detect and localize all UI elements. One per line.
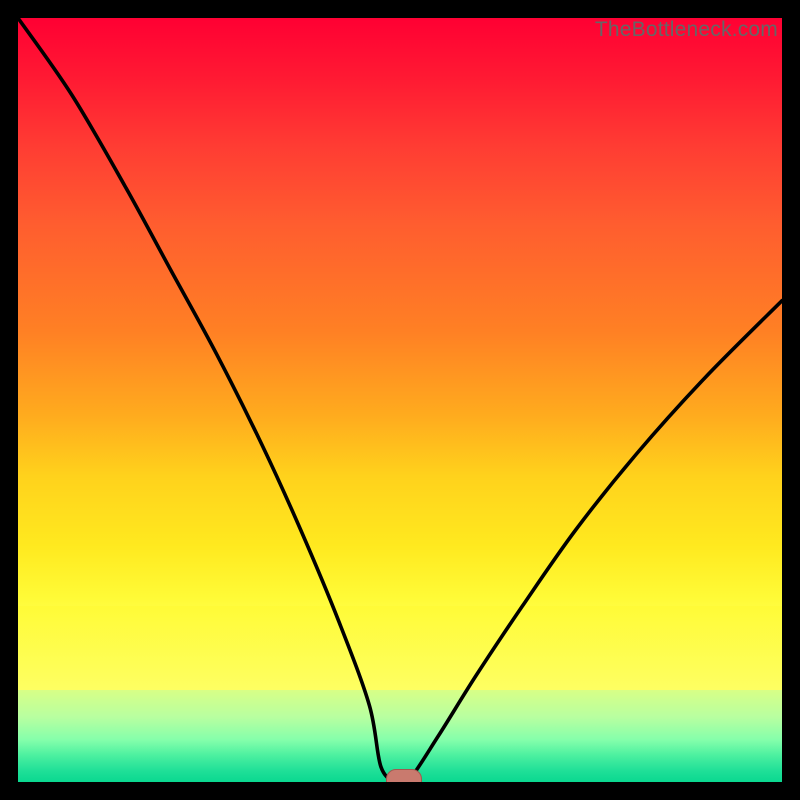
chart-frame: TheBottleneck.com	[0, 0, 800, 800]
optimum-marker	[386, 769, 422, 782]
bottleneck-curve	[18, 18, 782, 782]
attribution-text: TheBottleneck.com	[595, 18, 778, 42]
plot-area: TheBottleneck.com	[18, 18, 782, 782]
